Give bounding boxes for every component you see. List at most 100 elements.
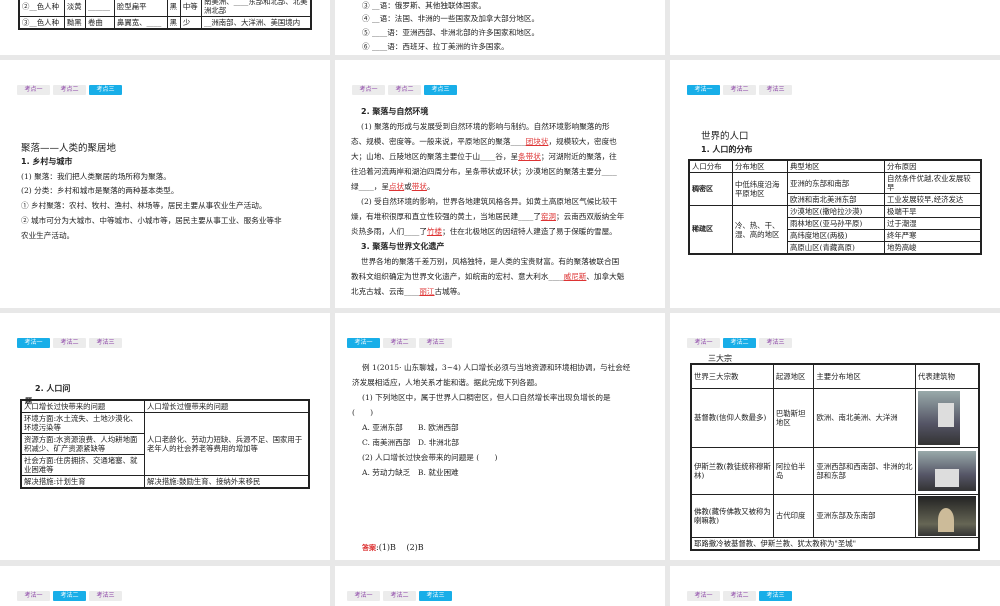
- cell: [915, 493, 980, 538]
- cell: 人口分布: [688, 159, 733, 173]
- text: 炎热多雨，人们____了: [351, 227, 427, 236]
- text-line: (2) 分类：乡村和城市是聚落的两种基本类型。: [21, 186, 179, 195]
- slide-r3c1[interactable]: 考法一 考法二 考法三 2. 人口问 题人口增长过快带来的问题 人口增长过慢带来的问题…: [0, 313, 330, 560]
- tab-kaodian-2[interactable]: 考点二: [388, 85, 421, 95]
- text: ；河湖附近的聚落，往: [540, 152, 617, 161]
- slide-r1c3[interactable]: [670, 0, 1000, 55]
- slide-r1c1[interactable]: ②__色人种 淡黄 ______ 脸型扁平黑中等 南美洲、____东部和北部、北美洲北部…: [0, 0, 330, 55]
- cell: 少: [179, 16, 203, 30]
- cell: 耶路撒冷被基督教、伊斯兰教、犹太教称为"圣城": [690, 536, 980, 550]
- tab-kaodian-3[interactable]: 考点三: [89, 85, 122, 95]
- cell: 代表建筑物: [915, 363, 980, 389]
- table-row: 稀疏区 冷、热、干、湿、高的地区 沙漠地区(撒哈拉沙漠) 极端干旱: [688, 205, 982, 255]
- tab-kaofa-3[interactable]: 考法三: [759, 85, 792, 95]
- text: 教科文组织确定为世界文化遗产，如皖南的宏村、意大利水____: [351, 272, 564, 281]
- text-line: 大；山地、丘陵地区的聚落主要位于山____谷，呈条带状；河湖附近的聚落，往: [351, 151, 617, 162]
- cell: 基督教(信仰人数最多): [690, 387, 774, 448]
- question-stem: 例 1(2015· 山东聊城，3~4) 人口增长必须与当地资源和环境相协调，与社…: [362, 363, 631, 372]
- text: 绿____，呈: [351, 182, 389, 191]
- slide-r4c3[interactable]: 考法一 考法二 考法三: [670, 566, 1000, 606]
- section-heading: 3. 聚落与世界文化遗产: [361, 242, 445, 251]
- population-distribution-table: 人口分布 分布地区 典型地区 分布原因 稠密区 中低纬度沿海平原地区 亚洲的东部和南部 自然…: [688, 159, 982, 255]
- slide-r4c1[interactable]: 考法一 考法二 考法三: [0, 566, 330, 606]
- cell: 中低纬度沿海平原地区: [732, 172, 788, 206]
- answer-blank: ( ): [352, 408, 374, 417]
- tab-bar: 考法一 考法二 考法三: [347, 338, 452, 348]
- table-row: 稠密区 中低纬度沿海平原地区 亚洲的东部和南部 自然条件优越,农业发展较早: [688, 172, 982, 206]
- tab-kaofa-2[interactable]: 考法二: [53, 338, 86, 348]
- cell: 稀疏区: [688, 205, 733, 255]
- text-line: (2) 受自然环境的影响，世界各地建筑风格各异。如黄土高原地区气候比较干: [361, 197, 618, 206]
- tab-kaofa-1[interactable]: 考法一: [17, 338, 50, 348]
- text: 。: [426, 182, 435, 191]
- slide-r2c2[interactable]: 考点一 考点二 考点三 2. 聚落与自然环境 (1) 聚落的形成与发展受到自然环境的…: [335, 60, 665, 308]
- text-line: (1) 聚落的形成与发展受到自然环境的影响与制约。自然环境影响聚落的形: [361, 122, 610, 131]
- tab-kaofa-3[interactable]: 考法三: [89, 338, 122, 348]
- table-row: 耶路撒冷被基督教、伊斯兰教、犹太教称为"圣城": [690, 536, 980, 550]
- slide-r2c1[interactable]: 考点一 考点二 考点三 聚落——人类的聚居地 1. 乡村与城市 (1) 聚落：我们把…: [0, 60, 330, 308]
- tab-kaofa-2[interactable]: 考法二: [723, 338, 756, 348]
- cell: ______: [84, 0, 115, 17]
- section-heading: 1. 乡村与城市: [21, 157, 73, 166]
- tab-kaofa-2[interactable]: 考法二: [383, 338, 416, 348]
- text-line: 绿____，呈点状或带状。: [351, 181, 435, 192]
- table-row: 伊斯兰教(教徒统称穆斯林) 阿拉伯半岛 亚洲西部和西南部、非洲的北部和东部: [690, 446, 980, 495]
- tab-kaofa-3[interactable]: 考法三: [419, 338, 452, 348]
- slide-r2c3[interactable]: 考法一 考法二 考法三 世界的人口 1. 人口的分布 人口分布 分布地区 典型地区 分布原…: [670, 60, 1000, 308]
- tab-kaodian-2[interactable]: 考点二: [53, 85, 86, 95]
- tab-kaofa-1[interactable]: 考法一: [687, 85, 720, 95]
- tab-kaofa-3[interactable]: 考法三: [759, 338, 792, 348]
- text-line: 北克古城、云南____丽江古城等。: [351, 286, 465, 297]
- tab-kaodian-3[interactable]: 考点三: [424, 85, 457, 95]
- slide-title: 世界的人口: [701, 131, 749, 142]
- tab-bar: 考法一 考法二 考法三: [687, 85, 792, 95]
- section-heading: 2. 人口问: [35, 384, 71, 393]
- text-line: ② 城市可分为大城市、中等城市、小城市等，居民主要从事工业、服务业等非: [21, 216, 282, 225]
- tab-bar: 考法一 考法二 考法三: [17, 338, 122, 348]
- pagoda-image: [918, 495, 976, 536]
- answer-fill: 点状: [388, 182, 405, 191]
- slide-r3c3[interactable]: 考法一 考法二 考法三 三大宗 世界三大宗教 起源地区 主要分布地区 代表建筑物 基督教(…: [670, 313, 1000, 560]
- tab-kaofa-1[interactable]: 考法一: [347, 338, 380, 348]
- text-line: (1) 聚落：我们把人类聚居的场所称为聚落。: [21, 172, 171, 181]
- text: 、加拿大魁: [586, 272, 625, 281]
- cell: 伊斯兰教(教徒统称穆斯林): [690, 446, 774, 495]
- text: 人口增长过快带来的问题: [24, 402, 106, 411]
- race-table: ②__色人种 淡黄 ______ 脸型扁平黑中等 南美洲、____东部和北部、北美洲北部…: [18, 0, 312, 30]
- cell: 卷曲: [84, 16, 115, 30]
- tab-kaodian-1[interactable]: 考点一: [352, 85, 385, 95]
- mosque-image: [918, 450, 976, 491]
- cell: 欧洲、南北美洲、大洋洲: [813, 387, 916, 448]
- tab-bar: 考法一 考法二 考法三: [687, 338, 792, 348]
- cell: 人口增长过慢带来的问题: [144, 399, 310, 413]
- text: 态、规模、密度等。一般来说，平原地区的聚落____: [351, 137, 526, 146]
- cell: ②__色人种: [18, 0, 65, 17]
- slide-r3c2[interactable]: 考法一 考法二 考法三 例 1(2015· 山东聊城，3~4) 人口增长必须与当地资…: [335, 313, 665, 560]
- slide-r4c2[interactable]: 考法一 考法二 考法三: [335, 566, 665, 606]
- church-image: [918, 390, 960, 445]
- cell: 亚洲东部及东南部: [813, 493, 916, 538]
- cell: __洲南部、大洋洲、美国境内: [201, 16, 312, 30]
- cell: 终年严寒: [884, 229, 982, 242]
- cell: 古代印度: [772, 493, 815, 538]
- tab-kaodian-1[interactable]: 考点一: [17, 85, 50, 95]
- text-line: ③ __语：俄罗斯、其他独联体国家。: [362, 1, 486, 10]
- tab-kaofa-2[interactable]: 考法二: [723, 85, 756, 95]
- question-stem: 济发展相适应，人地关系才能和谐。据此完成下列各题。: [352, 378, 542, 387]
- tab-kaofa-1[interactable]: 考法一: [687, 338, 720, 348]
- cell: 环境方面:水土流失、土地沙漠化、环境污染等: [20, 412, 145, 434]
- cell: 冷、热、干、湿、高的地区: [732, 205, 788, 255]
- answer-fill: 窑洞: [540, 212, 557, 221]
- text: ；住在北极地区的因纽特人建造了易于保暖的雪屋。: [442, 227, 617, 236]
- text-line: 燥，有堆积很厚和直立性较强的黄土，当地居民建____了窑洞；云南西双版纳全年: [351, 211, 624, 222]
- text-line: 世界各地的聚落千差万别，风格独特，是人类的宝贵财富。有的聚落被联合国: [361, 257, 620, 266]
- slide-r1c2[interactable]: ③ __语：俄罗斯、其他独联体国家。 ④ __语：法国、非洲的一些国家及加拿大部…: [335, 0, 665, 55]
- cell: 高原山区(青藏高原): [787, 241, 885, 255]
- cell: 中等: [179, 0, 203, 17]
- cell: 解决措施:计划生育: [20, 475, 145, 489]
- option-line: A. 亚洲东部 B. 欧洲西部: [362, 423, 459, 432]
- table-row: ②__色人种 淡黄 ______ 脸型扁平黑中等 南美洲、____东部和北部、北美洲北部: [18, 0, 312, 17]
- religions-table: 世界三大宗教 起源地区 主要分布地区 代表建筑物 基督教(信仰人数最多) 巴勒斯坦地区欧…: [690, 363, 980, 551]
- cell: 分布原因: [884, 159, 982, 173]
- cell: 欧洲和南北美洲东部: [787, 193, 885, 206]
